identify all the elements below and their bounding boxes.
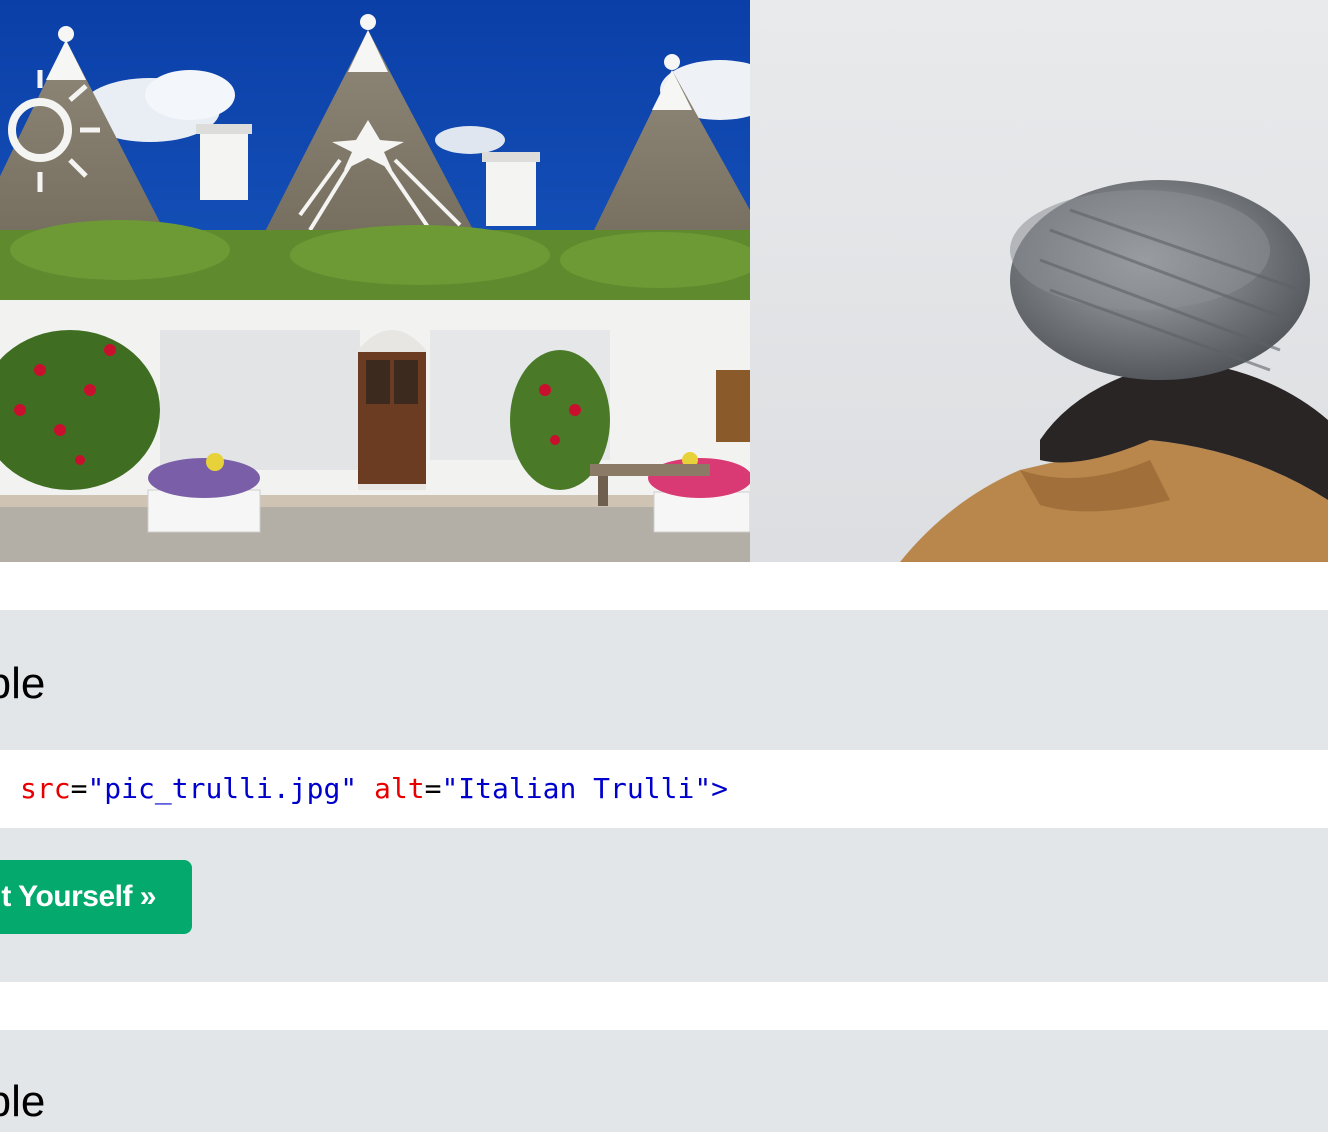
beanie-photo: [750, 0, 1328, 562]
example-heading: mple: [0, 1077, 46, 1126]
code-attribute-value: "pic_trulli.jpg": [87, 772, 358, 805]
trulli-photo: [0, 0, 750, 562]
example-heading: mple: [0, 659, 46, 708]
code-tag-close: >: [711, 772, 729, 805]
code-attribute-value: "Italian Trulli": [441, 772, 712, 805]
code-attribute-name: src: [20, 772, 71, 805]
code-attribute-name: alt: [374, 772, 425, 805]
code-example: src="pic_trulli.jpg" alt="Italian Trulli…: [0, 750, 1328, 828]
image-row: [0, 0, 1328, 562]
try-it-yourself-button[interactable]: t Yourself »: [0, 860, 192, 934]
code-line: src="pic_trulli.jpg" alt="Italian Trulli…: [20, 772, 728, 806]
code-equals: =: [70, 772, 88, 805]
code-equals: =: [424, 772, 442, 805]
example-panel: mple src="pic_trulli.jpg" alt="Italian T…: [0, 610, 1328, 982]
example-panel: mple: [0, 1030, 1328, 1132]
